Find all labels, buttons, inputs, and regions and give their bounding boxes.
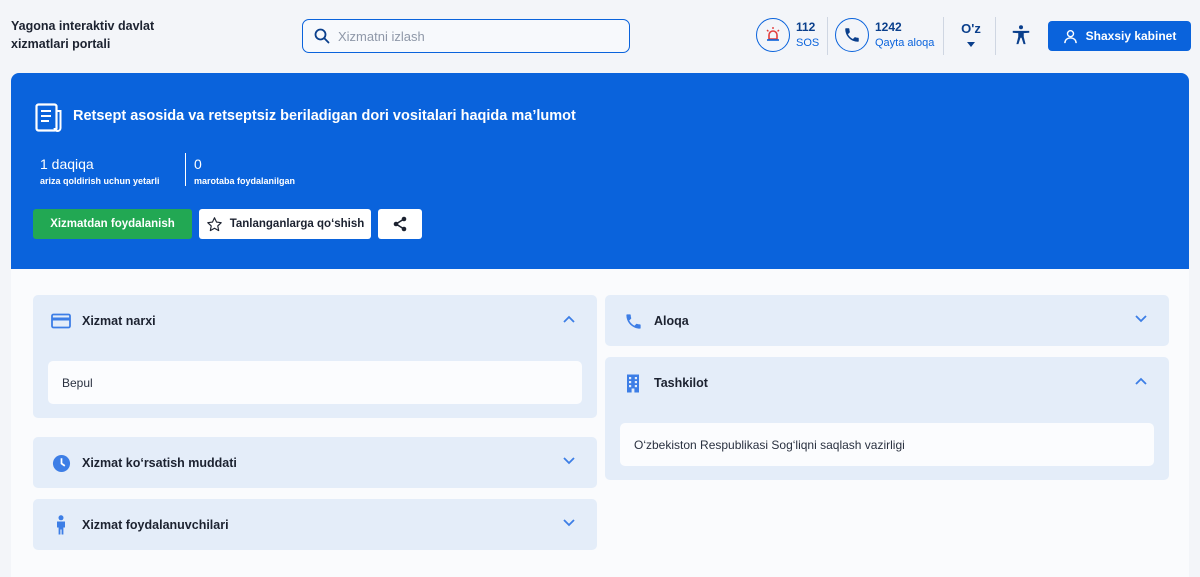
divider <box>827 17 828 55</box>
building-icon <box>627 374 639 392</box>
accessibility-icon <box>1012 25 1030 45</box>
callback-label: Qayta aloqa <box>875 37 935 49</box>
share-icon <box>393 216 407 232</box>
stat-duration: 1 daqiqa ariza qoldirish uchun yetarli <box>40 155 160 188</box>
credit-card-icon <box>51 313 71 329</box>
phone-icon <box>625 313 641 329</box>
alarm-siren-icon <box>766 27 780 41</box>
chevron-up-icon[interactable] <box>1135 377 1147 385</box>
share-button[interactable] <box>378 209 422 239</box>
duration-card-header[interactable]: Xizmat ko‘rsatish muddati <box>33 437 597 488</box>
add-favorite-button[interactable]: Tanlanganlarga qo‘shish <box>199 209 371 239</box>
search-box[interactable] <box>302 19 630 53</box>
organization-card-header[interactable]: Tashkilot <box>605 357 1169 408</box>
service-hero: Retsept asosida va retseptsiz beriladiga… <box>11 73 1189 269</box>
caret-down-icon <box>967 42 975 47</box>
organization-card-title: Tashkilot <box>654 375 708 390</box>
price-card-header[interactable]: Xizmat narxi <box>33 295 597 346</box>
stat-usage: 0 marotaba foydalanilgan <box>194 155 295 188</box>
callback-hotline[interactable]: 1242 Qayta aloqa <box>835 18 934 52</box>
users-card-header[interactable]: Xizmat foydalanuvchilari <box>33 499 597 550</box>
organization-value: O‘zbekiston Respublikasi Sog‘liqni saqla… <box>620 423 1154 466</box>
star-icon <box>206 216 222 231</box>
users-card-title: Xizmat foydalanuvchilari <box>82 517 229 532</box>
person-icon <box>57 515 65 535</box>
duration-card-title: Xizmat ko‘rsatish muddati <box>82 455 237 470</box>
contact-card-header[interactable]: Aloqa <box>605 295 1169 346</box>
divider <box>995 17 996 55</box>
stat-divider <box>185 153 186 186</box>
price-card: Xizmat narxi Bepul <box>33 295 597 418</box>
chevron-down-icon[interactable] <box>1135 315 1147 323</box>
chevron-down-icon[interactable] <box>563 457 575 465</box>
site-header: Yagona interaktiv davlat xizmatlari port… <box>0 0 1200 72</box>
users-card: Xizmat foydalanuvchilari <box>33 499 597 550</box>
search-icon <box>314 28 330 44</box>
sos-hotline[interactable]: 112 SOS <box>756 18 819 52</box>
price-value: Bepul <box>48 361 582 404</box>
portal-brand[interactable]: Yagona interaktiv davlat xizmatlari port… <box>11 17 191 53</box>
price-card-title: Xizmat narxi <box>82 313 156 328</box>
callback-number: 1242 <box>875 20 902 34</box>
divider <box>943 17 944 55</box>
service-title: Retsept asosida va retseptsiz beriladiga… <box>73 108 576 124</box>
contact-card-title: Aloqa <box>654 313 689 328</box>
search-input[interactable] <box>338 28 608 44</box>
add-favorite-label: Tanlanganlarga qo‘shish <box>229 218 365 230</box>
clock-icon <box>52 454 70 472</box>
chevron-up-icon[interactable] <box>563 315 575 323</box>
phone-icon <box>845 28 859 42</box>
user-icon <box>1063 29 1077 43</box>
service-details: Xizmat narxi Bepul Xizmat ko‘rsatish mud… <box>11 269 1189 577</box>
personal-cabinet-button[interactable]: Shaxsiy kabinet <box>1048 21 1191 51</box>
stat-usage-label: marotaba foydalanilgan <box>194 176 296 186</box>
duration-card: Xizmat ko‘rsatish muddati <box>33 437 597 488</box>
stat-duration-value: 1 daqiqa <box>40 156 94 172</box>
document-list-icon <box>35 103 62 132</box>
language-code: O'z <box>961 21 981 36</box>
cabinet-label: Shaxsiy kabinet <box>1085 29 1177 43</box>
use-service-button[interactable]: Xizmatdan foydalanish <box>33 209 192 239</box>
language-selector[interactable]: O'z <box>958 21 984 47</box>
organization-card: Tashkilot O‘zbekiston Respublikasi Sog‘l… <box>605 357 1169 480</box>
stat-usage-value: 0 <box>194 156 202 172</box>
sos-number: 112 <box>796 20 816 34</box>
stat-duration-label: ariza qoldirish uchun yetarli <box>40 176 160 186</box>
sos-label: SOS <box>796 37 820 49</box>
contact-card: Aloqa <box>605 295 1169 346</box>
accessibility-button[interactable] <box>1010 24 1032 51</box>
chevron-down-icon[interactable] <box>563 519 575 527</box>
